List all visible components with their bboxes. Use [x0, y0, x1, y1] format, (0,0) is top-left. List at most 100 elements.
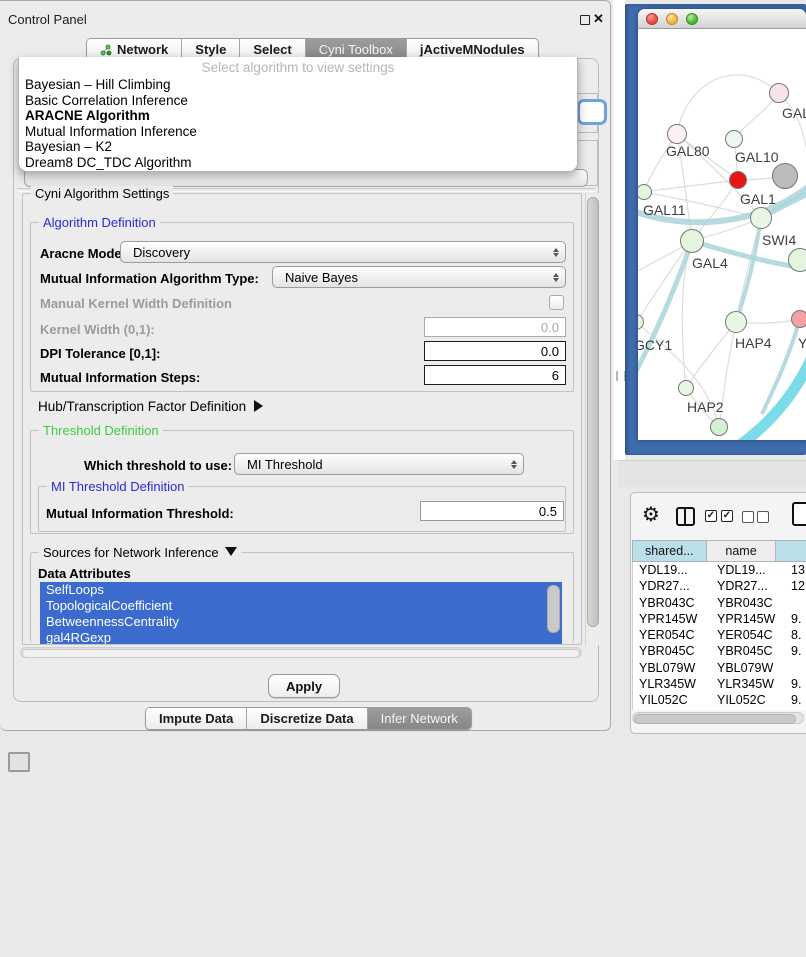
table-row[interactable]: YDR27...YDR27...12 — [633, 578, 806, 594]
algorithm-option[interactable]: Mutual Information Inference — [19, 124, 577, 140]
dock-panel-icon[interactable] — [8, 752, 30, 772]
network-node-label: GAL1 — [740, 191, 776, 207]
triangle-down-icon — [225, 547, 237, 556]
tab-infer-network[interactable]: Infer Network — [368, 708, 471, 729]
table-row[interactable]: YBR043CYBR043C — [633, 595, 806, 611]
hub-section-toggle[interactable]: Hub/Transcription Factor Definition — [38, 399, 263, 414]
column-header-name[interactable]: name — [707, 540, 777, 562]
control-panel-bottom-tabs: Impute DataDiscretize DataInfer Network — [145, 707, 472, 730]
which-threshold-value: MI Threshold — [235, 457, 505, 472]
screen: { "control_panel": { "title": "Control P… — [0, 0, 806, 762]
algorithm-option[interactable]: Dream8 DC_TDC Algorithm — [19, 155, 577, 171]
table-row[interactable]: YIL052CYIL052C9. — [633, 692, 806, 708]
document-icon[interactable] — [792, 502, 806, 526]
table-cell: YBR043C — [639, 595, 695, 611]
scrollbar-thumb[interactable] — [22, 649, 580, 658]
table-row[interactable]: YBL079WYBL079W — [633, 660, 806, 676]
data-attributes-list[interactable]: SelfLoopsTopologicalCoefficientBetweenne… — [40, 582, 562, 644]
network-node-hap2[interactable] — [678, 380, 694, 396]
network-node-gal1[interactable] — [750, 207, 772, 229]
dpi-tolerance-input[interactable] — [424, 341, 566, 361]
focused-button-ring — [577, 99, 607, 125]
table-row[interactable]: YPR145WYPR145W9. — [633, 611, 806, 627]
data-attribute-item[interactable]: BetweennessCentrality — [40, 614, 562, 630]
scrollbar-thumb[interactable] — [634, 714, 796, 724]
network-node[interactable] — [729, 171, 747, 189]
settings-vertical-scrollbar[interactable] — [585, 193, 599, 645]
network-node-label: GAL4 — [692, 255, 728, 271]
control-panel-titlebar[interactable]: Control Panel ✕ — [0, 0, 611, 24]
deselect-all-checkbox-icon[interactable] — [742, 511, 754, 523]
tab-impute-data[interactable]: Impute Data — [146, 708, 247, 729]
network-node-y[interactable] — [791, 310, 806, 328]
algorithm-option[interactable]: Basic Correlation Inference — [19, 93, 577, 109]
table-row[interactable]: YDL19...YDL19...13 — [633, 562, 806, 578]
data-attribute-item[interactable]: TopologicalCoefficient — [40, 598, 562, 614]
hub-section-label: Hub/Transcription Factor Definition — [38, 399, 246, 414]
aracne-mode-label: Aracne Mode: — [40, 246, 126, 261]
select-all-checkbox-icon[interactable]: ✓ — [705, 510, 717, 522]
apply-button[interactable]: Apply — [268, 674, 340, 698]
table-row[interactable]: YBR045CYBR045C9. — [633, 643, 806, 659]
kernel-width-label: Kernel Width (0,1): — [40, 322, 155, 337]
network-node-label: GCY1 — [638, 337, 672, 353]
table-cell: YDL19... — [639, 562, 688, 578]
network-node-label: GAL80 — [666, 143, 710, 159]
table-settings-gear-icon[interactable]: ⚙ — [642, 504, 660, 524]
network-node-label: GAL10 — [735, 149, 779, 165]
list-scrollbar[interactable] — [547, 585, 560, 633]
column-layout-icon[interactable] — [676, 507, 695, 526]
which-threshold-select[interactable]: MI Threshold — [234, 453, 524, 475]
data-attribute-item[interactable]: gal4RGexp — [40, 630, 562, 644]
table-panel-titlebar[interactable]: Table Panel — [618, 460, 806, 487]
mi-threshold-input[interactable] — [420, 501, 564, 521]
table-cell: 9. — [791, 643, 801, 659]
network-node-hap4[interactable] — [725, 311, 747, 333]
stepper-icon — [505, 460, 523, 469]
algorithm-option[interactable]: Bayesian – Hill Climbing — [19, 77, 577, 93]
popup-placeholder: Select algorithm to view settings — [19, 60, 577, 75]
table-cell: 9. — [791, 692, 801, 708]
tab-discretize-data[interactable]: Discretize Data — [247, 708, 367, 729]
network-node-gal[interactable] — [769, 83, 789, 103]
scrollbar-thumb[interactable] — [587, 197, 599, 627]
column-header-shared[interactable]: shared... — [632, 540, 707, 562]
sources-toggle[interactable]: Sources for Network Inference — [39, 545, 241, 560]
network-node-gal4[interactable] — [680, 229, 704, 253]
network-node-swi4[interactable] — [788, 248, 806, 272]
panel-splitter[interactable] — [613, 0, 625, 460]
table-row[interactable]: YLR345WYLR345W9. — [633, 676, 806, 692]
table-horizontal-scrollbar[interactable] — [632, 712, 804, 724]
mi-type-select[interactable]: Naive Bayes — [272, 266, 566, 288]
float-panel-icon[interactable] — [580, 15, 590, 25]
mi-steps-input[interactable] — [424, 365, 566, 385]
network-node[interactable] — [710, 418, 728, 436]
aracne-mode-select[interactable]: Discovery — [120, 241, 566, 263]
network-node-gal80[interactable] — [667, 124, 687, 144]
close-panel-icon[interactable]: ✕ — [593, 11, 604, 27]
window-minimize-button[interactable] — [666, 13, 678, 25]
data-attributes-label: Data Attributes — [38, 566, 131, 581]
settings-horizontal-scrollbar[interactable] — [20, 647, 582, 658]
select-all-checkbox-icon[interactable]: ✓ — [721, 510, 733, 522]
network-node-label: HAP2 — [687, 399, 724, 415]
algorithm-option[interactable]: Bayesian – K2 — [19, 139, 577, 155]
network-node-label: GAL11 — [643, 202, 686, 218]
deselect-all-checkbox-icon[interactable] — [757, 511, 769, 523]
table-cell: YBL079W — [639, 660, 695, 676]
manual-kernel-label: Manual Kernel Width Definition — [40, 296, 232, 311]
network-node-gal10[interactable] — [725, 130, 743, 148]
network-canvas[interactable]: GALGAL80GAL10GAL1GAL11SWI4GAL4GCY1HAP4YH… — [638, 29, 806, 440]
algorithm-option[interactable]: ARACNE Algorithm — [19, 108, 577, 124]
column-header-cut[interactable] — [776, 540, 806, 562]
window-zoom-button[interactable] — [686, 13, 698, 25]
network-node[interactable] — [772, 163, 798, 189]
network-titlebar[interactable] — [638, 9, 806, 29]
group-title: Cyni Algorithm Settings — [31, 186, 173, 201]
data-attribute-item[interactable]: SelfLoops — [40, 582, 562, 598]
table-row[interactable]: YER054CYER054C8. — [633, 627, 806, 643]
window-close-button[interactable] — [646, 13, 658, 25]
table-cell: 13 — [791, 562, 805, 578]
manual-kernel-checkbox[interactable] — [549, 295, 564, 310]
kernel-width-input[interactable] — [424, 317, 566, 337]
